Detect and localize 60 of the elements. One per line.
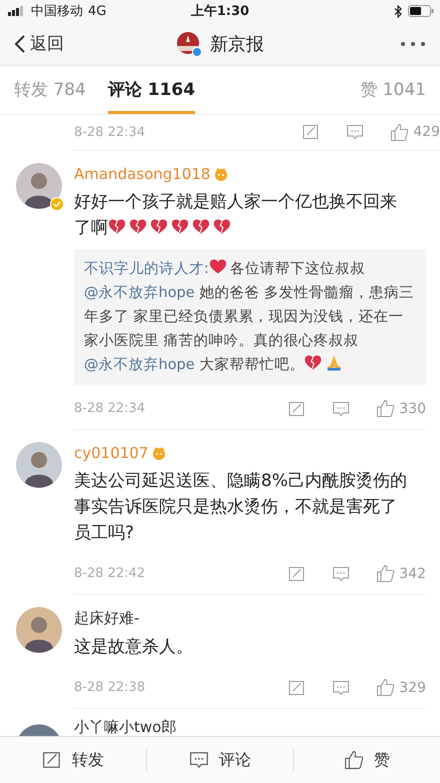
like-count: 329 [399,680,426,696]
repost-icon [42,750,62,770]
repost-icon[interactable] [288,564,306,583]
back-button[interactable]: 返回 [14,32,64,56]
comment-button[interactable]: 评论 [147,737,293,783]
comment-text: 这是故意杀人。 [74,636,194,659]
comment-text: 美达公司延迟送医、隐瞒8%己内酰胺烫伤的事实告诉医院只是热水烫伤，不就是害死了员工吗? [74,470,408,545]
mention-link[interactable]: @永不放弃hope [84,284,195,301]
broken-heart-icon [192,218,210,235]
like-button[interactable]: 赞 [294,737,440,783]
like-icon [344,750,364,770]
broken-heart-icon [304,354,322,371]
network-text: 4G [88,4,106,19]
bluetooth-icon [394,4,402,18]
repost-button[interactable]: 转发 [0,737,146,783]
clock-text: 上午1:30 [190,3,250,20]
like-count: 429 [413,124,440,140]
repost-icon[interactable] [288,400,306,418]
timestamp: 8-28 22:42 [74,566,146,582]
username[interactable]: 小丫嘛小two郎 [74,718,176,736]
timestamp: 8-28 22:38 [74,680,146,696]
username[interactable]: 起床好难- [74,608,140,628]
comment-icon [189,750,209,770]
like-icon[interactable] [390,122,410,142]
verified-badge-icon [50,196,64,211]
avatar[interactable] [16,162,62,209]
mention-link[interactable]: @永不放弃hope [84,356,195,373]
broken-heart-icon [129,218,147,235]
comment-text: 好好一个孩子就是赔人家一个亿也换不回来了啊 [74,190,398,240]
back-icon [14,34,26,54]
heart-icon [208,258,227,275]
like-icon[interactable] [376,564,396,584]
logo-icon [176,30,202,57]
more-icon[interactable] [400,40,426,47]
account-title: 新京报 [210,32,264,56]
avatar[interactable] [16,442,62,488]
comment-icon[interactable] [332,400,350,418]
timestamp: 8-28 22:34 [74,401,146,416]
battery-icon [408,5,434,18]
like-icon[interactable] [376,399,396,418]
like-count: 330 [399,400,426,417]
like-icon[interactable] [376,678,396,698]
comment-icon[interactable] [346,123,364,142]
broken-heart-icon [108,218,126,235]
repost-icon[interactable] [302,123,320,142]
repost-icon[interactable] [288,678,306,697]
broken-heart-icon [171,218,189,235]
timestamp: 8-28 22:34 [74,124,146,140]
quote-author-link[interactable]: 不识字儿的诗人才: [84,260,209,277]
broken-heart-icon [150,218,168,235]
comment-icon[interactable] [332,564,350,583]
comment-icon[interactable] [332,678,350,697]
carrier-text: 中国移动 [31,3,83,20]
broken-heart-icon [213,218,231,235]
signal-icon [8,6,26,16]
quoted-text: 不识字儿的诗人才: 各位请帮下这位叔叔 @永不放弃hope 她的爸爸 多发性骨髓瘤，患病三年多了 家里已经负债累累，现因为没钱，还在一家小医院里 痛苦的呻吟。真的很心疼叔叔 @永不放弃hope 大家帮帮忙吧。 [84,256,416,377]
like-count: 342 [399,566,426,582]
tab[interactable]: 评论 1164 [108,66,196,114]
avatar[interactable] [16,606,62,653]
avatar[interactable] [16,722,62,736]
